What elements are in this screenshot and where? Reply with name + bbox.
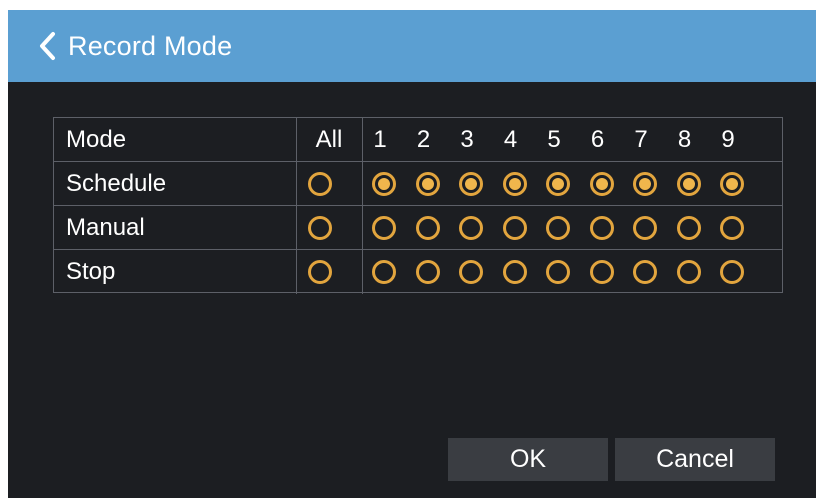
radio-stop-channel-8[interactable] — [676, 260, 701, 284]
mode-row-stop: Stop — [54, 250, 782, 294]
radio-manual-channel-4[interactable] — [502, 216, 527, 240]
radio-manual-channel-7[interactable] — [633, 216, 657, 240]
all-column-header: All — [315, 126, 343, 153]
radio-manual-all[interactable] — [308, 216, 332, 240]
radio-stop-channel-5[interactable] — [546, 260, 570, 284]
radio-stop-all[interactable] — [308, 260, 332, 284]
channel-header-1: 1 — [373, 126, 387, 153]
header-row: Mode All 1 2 3 4 5 6 7 8 9 — [54, 118, 782, 162]
channel-header-9: 9 — [721, 126, 735, 153]
radio-schedule-channel-1[interactable] — [372, 172, 396, 196]
channel-header-4: 4 — [503, 126, 518, 153]
column-divider — [362, 206, 363, 249]
radio-manual-channel-6[interactable] — [589, 216, 614, 240]
radio-stop-channel-3[interactable] — [459, 260, 483, 284]
mode-row-manual: Manual — [54, 206, 782, 250]
radio-schedule-channel-2[interactable] — [415, 172, 440, 196]
radio-schedule-channel-5[interactable] — [546, 172, 570, 196]
column-divider — [296, 206, 297, 249]
channel-header-3: 3 — [460, 126, 474, 153]
radio-manual-channel-8[interactable] — [676, 216, 701, 240]
column-divider — [362, 162, 363, 205]
column-divider — [296, 162, 297, 205]
radio-stop-channel-6[interactable] — [589, 260, 614, 284]
mode-label-manual: Manual — [66, 214, 145, 241]
channel-header-6: 6 — [590, 126, 605, 153]
radio-schedule-channel-9[interactable] — [720, 172, 744, 196]
radio-stop-channel-4[interactable] — [502, 260, 527, 284]
mode-label-schedule: Schedule — [66, 170, 167, 197]
radio-manual-channel-3[interactable] — [459, 216, 483, 240]
column-divider — [362, 118, 363, 161]
radio-schedule-channel-4[interactable] — [502, 172, 527, 196]
radio-stop-channel-7[interactable] — [633, 260, 657, 284]
radio-stop-channel-9[interactable] — [720, 260, 744, 284]
radio-manual-channel-5[interactable] — [546, 216, 570, 240]
ok-button[interactable]: OK — [448, 438, 608, 481]
radio-manual-channel-1[interactable] — [372, 216, 396, 240]
radio-stop-channel-1[interactable] — [372, 260, 396, 284]
page-title: Record Mode — [68, 30, 233, 61]
cancel-button[interactable]: Cancel — [615, 438, 775, 481]
chevron-left-icon — [40, 32, 55, 60]
column-divider — [296, 250, 297, 294]
mode-label-stop: Stop — [66, 258, 116, 285]
radio-schedule-channel-7[interactable] — [633, 172, 657, 196]
mode-column-header: Mode — [66, 126, 127, 153]
radio-stop-channel-2[interactable] — [415, 260, 440, 284]
channel-header-2: 2 — [416, 126, 431, 153]
radio-manual-channel-9[interactable] — [720, 216, 744, 240]
column-divider — [362, 250, 363, 294]
title-bar: Record Mode — [8, 10, 816, 82]
radio-schedule-channel-8[interactable] — [676, 172, 701, 196]
radio-manual-channel-2[interactable] — [415, 216, 440, 240]
record-mode-dialog: Record Mode Mode All 123456789 Schedule M… — [8, 10, 816, 498]
channel-header-8: 8 — [677, 126, 692, 153]
back-button[interactable] — [8, 10, 66, 82]
radio-schedule-channel-6[interactable] — [589, 172, 614, 196]
mode-row-schedule: Schedule — [54, 162, 782, 206]
channel-header-7: 7 — [634, 126, 648, 153]
radio-schedule-channel-3[interactable] — [459, 172, 483, 196]
radio-schedule-all[interactable] — [308, 172, 332, 196]
channel-header-5: 5 — [547, 126, 561, 153]
record-mode-table: Mode All 1 2 3 4 5 6 7 8 9 Schedule Manual Stop — [53, 117, 783, 294]
